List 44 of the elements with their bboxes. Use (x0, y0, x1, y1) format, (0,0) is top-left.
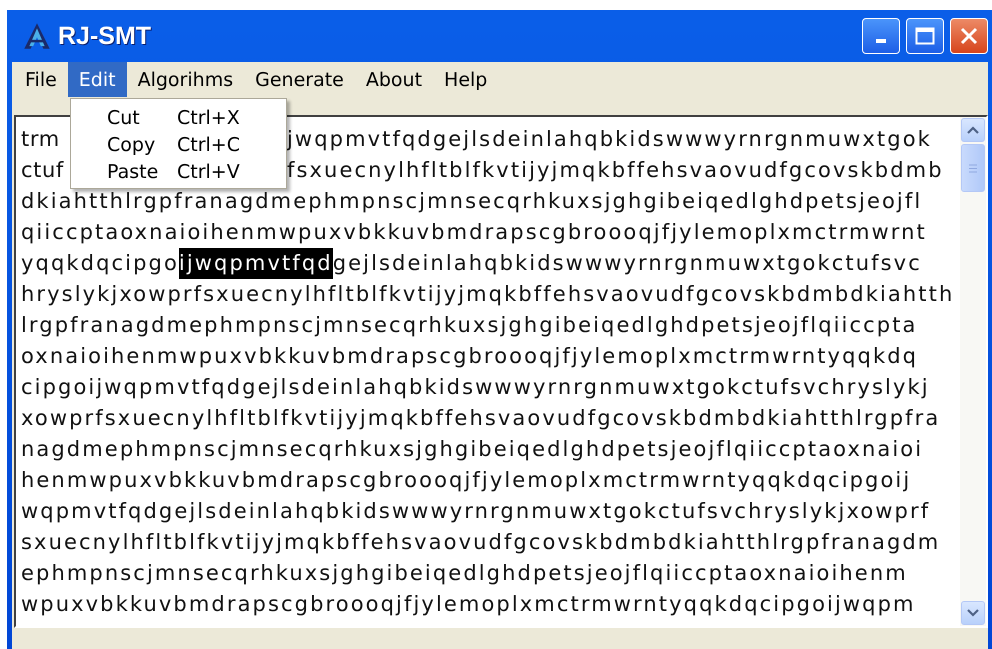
caret-down-icon (967, 609, 979, 617)
text-fragment: hryslykjxowprfsxuecnylhfltblfkvtijyjmqkbffehsvaovudfgcovskbdmbdkiahtth (21, 281, 954, 308)
app-logo-icon (22, 22, 52, 50)
text-fragment: wqpmvtfqdgejlsdeinlahqbkidswwwyrnrgnmuwxtgokctufsvchryslykjxowprf (21, 498, 930, 525)
text-fragment: xowprfsxuecnylhfltblfkvtijyjmqkbffehsvaovudfgcovskbdmbdkiahtthlrgpfra (21, 405, 940, 432)
menu-entry[interactable]: Copy Ctrl+C (71, 131, 286, 158)
grip-icon (968, 164, 978, 172)
close-button[interactable] (950, 18, 988, 54)
menu-entry[interactable]: Paste Ctrl+V (71, 158, 286, 185)
scroll-up-button[interactable] (961, 118, 985, 142)
minimize-button[interactable] (862, 18, 900, 54)
text-fragment: oxnaioihenmwpuxvbkkuvbmdrapscgbroooqjfjylemoplxmctrmwrntyqqkdq (21, 343, 918, 370)
scroll-thumb[interactable] (961, 144, 985, 192)
caret-up-icon (967, 126, 979, 134)
text-fragment: qiiccptaoxnaioihenmwpuxvbkkuvbmdrapscgbroooqjfjylemoplxmctrmwrnt (21, 219, 927, 246)
menu-item[interactable]: About (354, 62, 434, 97)
minimize-icon (876, 39, 886, 43)
text-fragment: ephmpnscjmnsecqrhkuxsjghgibeiqedlghdpetsjeojflqiiccptaoxnaioihenm (21, 560, 908, 587)
text-fragment: cipgoijwqpmvtfqdgejlsdeinlahqbkidswwwyrnrgnmuwxtgokctufsvchryslykj (21, 374, 930, 401)
menu-item[interactable]: Help (433, 62, 498, 97)
text-fragment: jwqpmvtfqdgejlsdeinlahqbkidswwwyrnrgnmuwxtgok (287, 126, 932, 153)
text-fragment: lrgpfranagdmephmpnscjmnsecqrhkuxsjghgibeiqedlghdpetsjeojflqiiccpta (21, 312, 918, 339)
text-fragment: sxuecnylhfltblfkvtijyjmqkbffehsvaovudfgcovskbdmbdkiahtthlrgpfranagdm (21, 529, 940, 556)
window-title: RJ-SMT (58, 22, 152, 50)
scrollbar[interactable] (960, 117, 986, 626)
close-icon (960, 27, 978, 45)
scroll-down-button[interactable] (961, 601, 985, 625)
menu-entry[interactable]: Cut Ctrl+X (71, 104, 286, 131)
text-fragment: trm (21, 127, 60, 151)
menu-item[interactable]: File (14, 62, 68, 97)
text-fragment: henmwpuxvbkkuvbmdrapscgbroooqjfjylemoplxmctrmwrntyqqkdqcipgoij (21, 467, 912, 494)
maximize-button[interactable] (906, 18, 944, 54)
text-fragment: wpuxvbkkuvbmdrapscgbroooqjfjylemoplxmctrmwrntyqqkdqcipgoijwqpm (21, 591, 916, 618)
text-fragment: ctuf (21, 158, 64, 182)
text-fragment: nagdmephmpnscjmnsecqrhkuxsjghgibeiqedlghdpetsjeojflqiiccptaoxnaioi (21, 436, 924, 463)
text-fragment: yqqkdqcipgo (21, 250, 179, 277)
menu-item[interactable]: Edit (68, 62, 127, 97)
menu-item[interactable]: Generate (244, 62, 355, 97)
text-fragment: dkiahtthlrgpfranagdmephmpnscjmnsecqrhkuxsjghgibeiqedlghdpetsjeojfl (21, 188, 922, 215)
text-fragment: gejlsdeinlahqbkidswwwyrnrgnmuwxtgokctufsvc (332, 250, 922, 277)
selected-text: ijwqpmvtfqd (178, 248, 333, 279)
menu-item[interactable]: Algorihms (126, 62, 244, 97)
text-fragment: fsxuecnylhfltblfkvtijyjmqkbffehsvaovudfgcovskbdmb (287, 157, 944, 184)
maximize-icon (915, 27, 935, 45)
